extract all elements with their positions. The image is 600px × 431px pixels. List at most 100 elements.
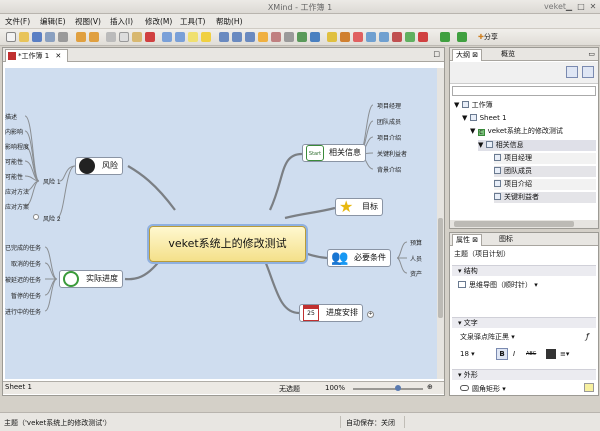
text-color-button[interactable] xyxy=(546,349,556,359)
menu-insert[interactable]: 插入(I) xyxy=(110,16,133,27)
subtopic-project-intro[interactable]: 项目介绍 xyxy=(377,133,401,142)
summary-icon[interactable] xyxy=(232,32,242,42)
save-icon[interactable] xyxy=(32,32,42,42)
tab-icons[interactable]: 图标 xyxy=(496,234,516,246)
strikethrough-toggle[interactable]: ABC xyxy=(526,351,536,357)
zoom-in-icon[interactable]: ⊕ xyxy=(427,383,433,391)
subtopic-assets[interactable]: 资产 xyxy=(410,269,422,278)
marker-icon[interactable] xyxy=(271,32,281,42)
italic-toggle[interactable]: I xyxy=(513,350,515,358)
shape-select[interactable]: 圆角矩形 ▾ xyxy=(460,384,506,394)
subtopic-background[interactable]: 背景介绍 xyxy=(377,165,401,174)
label-icon[interactable] xyxy=(258,32,268,42)
subtopic-team-members[interactable]: 团队成员 xyxy=(377,117,401,126)
panel-minimize-icon[interactable]: ▭ xyxy=(588,50,595,58)
fit-icon[interactable] xyxy=(379,32,389,42)
structure-select[interactable]: 思维导图（顺时针） ▾ xyxy=(458,280,538,290)
risk-item-impact-level[interactable]: 影响程度 xyxy=(5,142,29,151)
new-icon[interactable] xyxy=(6,32,16,42)
menu-file[interactable]: 文件(F) xyxy=(5,16,30,27)
section-shape[interactable]: ▾ 外形 xyxy=(452,369,596,380)
menu-view[interactable]: 视图(V) xyxy=(75,16,101,27)
attachment-icon[interactable] xyxy=(284,32,294,42)
mindmap-canvas[interactable]: veket系统上的修改测试 Start 相关信息 项目经理 团队成员 项目介绍 … xyxy=(5,68,437,379)
risk-item-impact[interactable]: 内影响 xyxy=(5,127,23,136)
font-select[interactable]: 文泉驿点阵正黑 ▾ xyxy=(460,332,515,342)
subtopic-project-manager[interactable]: 项目经理 xyxy=(377,101,401,110)
smiley-icon[interactable] xyxy=(340,32,350,42)
redo-icon[interactable] xyxy=(89,32,99,42)
outline-row-team[interactable]: 团队成员 xyxy=(494,166,596,177)
align-select[interactable]: ≡▾ xyxy=(560,350,569,358)
outline-row-pm[interactable]: 项目经理 xyxy=(494,153,596,164)
topic-risk[interactable]: 风险 xyxy=(75,157,123,175)
canvas-vertical-scrollbar[interactable] xyxy=(437,68,444,379)
outline-row-related[interactable]: ▼ 相关信息 xyxy=(478,140,596,151)
copy-icon[interactable] xyxy=(119,32,129,42)
subtopic-stakeholders[interactable]: 关键利益者 xyxy=(377,149,407,158)
font-picker-icon[interactable]: ƒ xyxy=(586,332,589,341)
idea-icon[interactable] xyxy=(201,32,211,42)
insert-subtopic-icon[interactable] xyxy=(175,32,185,42)
subtopic-budget[interactable]: 预算 xyxy=(410,238,422,247)
editor-tab[interactable]: *工作簿 1 ✕ xyxy=(5,49,69,62)
subtopic-risk-2[interactable]: 风险 2 xyxy=(43,214,61,223)
cut-icon[interactable] xyxy=(106,32,116,42)
menu-tools[interactable]: 工具(T) xyxy=(180,16,205,27)
zoom-slider-handle[interactable] xyxy=(395,385,401,391)
print-icon[interactable] xyxy=(58,32,68,42)
import-icon[interactable] xyxy=(457,32,467,42)
zoom-icon[interactable] xyxy=(366,32,376,42)
filter-icon[interactable] xyxy=(327,32,337,42)
tab-properties[interactable]: 属性 ⊠ xyxy=(452,234,483,246)
maximize-editor-icon[interactable]: □ xyxy=(433,50,440,58)
topic-related-info[interactable]: Start 相关信息 xyxy=(302,144,366,162)
menu-help[interactable]: 帮助(H) xyxy=(216,16,243,27)
expand-schedule-icon[interactable]: + xyxy=(367,311,374,318)
subtopic-done-tasks[interactable]: 已完成的任务 xyxy=(5,243,41,252)
export-icon[interactable] xyxy=(440,32,450,42)
open-icon[interactable] xyxy=(19,32,29,42)
topic-progress[interactable]: 实际进度 xyxy=(59,270,123,288)
outline-row-workbook[interactable]: ▼ 工作簿 xyxy=(454,100,493,111)
font-size-select[interactable]: 18 ▾ xyxy=(460,350,475,358)
fill-color-button[interactable] xyxy=(584,383,594,392)
hyperlink-icon[interactable] xyxy=(297,32,307,42)
relationship-icon[interactable] xyxy=(245,32,255,42)
record-icon[interactable] xyxy=(418,32,428,42)
tab-outline[interactable]: 大纲 ⊠ xyxy=(452,49,483,61)
outline-horizontal-scrollbar[interactable] xyxy=(450,220,598,228)
central-topic[interactable]: veket系统上的修改测试 xyxy=(149,226,306,262)
subtopic-ongoing-tasks[interactable]: 进行中的任务 xyxy=(5,307,41,316)
minimize-icon[interactable]: ▁ xyxy=(564,2,574,12)
outline-row-central[interactable]: ▼ Cveket系统上的修改测试 xyxy=(470,126,563,137)
play-icon[interactable] xyxy=(405,32,415,42)
insert-topic-icon[interactable] xyxy=(162,32,172,42)
zoom-slider[interactable] xyxy=(353,388,423,390)
share-button[interactable]: ✚分享 xyxy=(478,32,498,42)
subtopic-delayed-tasks[interactable]: 被延迟的任务 xyxy=(5,275,41,284)
boundary-icon[interactable] xyxy=(219,32,229,42)
menu-edit[interactable]: 编辑(E) xyxy=(40,16,66,27)
risk-item-approach[interactable]: 应对方法 xyxy=(5,187,29,196)
risk-item-likelihood[interactable]: 可能性 xyxy=(5,172,23,181)
outline-row-sheet[interactable]: ▼ Sheet 1 xyxy=(462,113,507,124)
sheet-tab[interactable]: Sheet 1 xyxy=(5,383,32,391)
risk-item-probability[interactable]: 可能性 xyxy=(5,157,23,166)
maximize-icon[interactable]: □ xyxy=(576,2,586,12)
outline-row-stakeholders[interactable]: 关键利益者 xyxy=(494,192,596,203)
note-icon[interactable] xyxy=(188,32,198,42)
section-structure[interactable]: ▾ 结构 xyxy=(452,265,596,276)
scroll-thumb[interactable] xyxy=(438,218,443,318)
layout-icon[interactable] xyxy=(566,66,578,78)
paste-icon[interactable] xyxy=(132,32,142,42)
subtopic-paused-tasks[interactable]: 暂停的任务 xyxy=(11,291,41,300)
collapse-icon[interactable] xyxy=(582,66,594,78)
risk-item-plan[interactable]: 应对方案 xyxy=(5,202,29,211)
topic-schedule[interactable]: 25 进度安排 xyxy=(299,304,363,322)
image-icon[interactable] xyxy=(310,32,320,42)
risk-item-description[interactable]: 描述 xyxy=(5,112,17,121)
undo-icon[interactable] xyxy=(76,32,86,42)
menu-modify[interactable]: 修改(M) xyxy=(145,16,172,27)
tab-close-icon[interactable]: ✕ xyxy=(55,52,61,60)
